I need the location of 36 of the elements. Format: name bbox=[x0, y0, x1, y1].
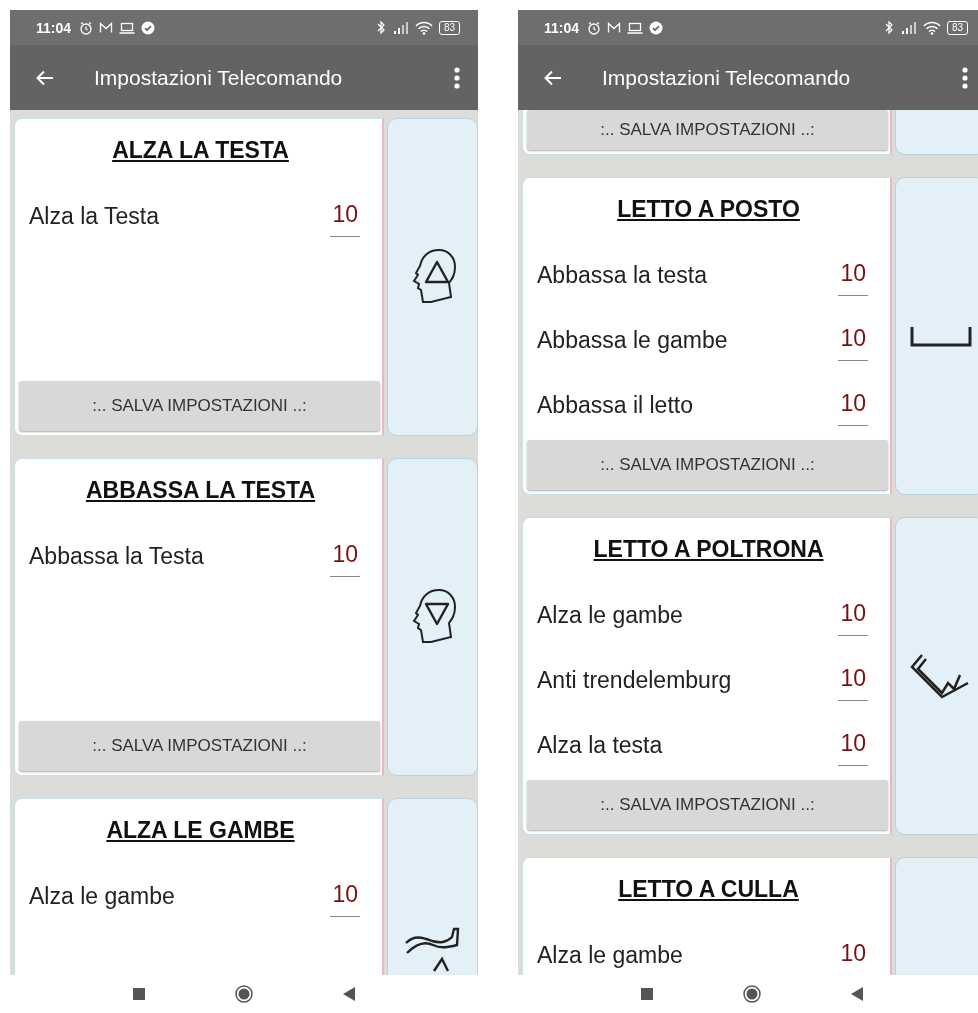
setting-label: Alza la testa bbox=[537, 732, 664, 759]
value-field[interactable]: 10 bbox=[330, 196, 360, 237]
battery-level: 83 bbox=[946, 20, 968, 35]
save-settings-button[interactable]: :.. SALVA IMPOSTAZIONI ..: bbox=[19, 721, 380, 771]
card-title: LETTO A POSTO bbox=[616, 196, 801, 223]
status-time: 11:04 bbox=[544, 19, 580, 36]
setting-label: Alza le gambe bbox=[29, 883, 176, 910]
save-settings-button[interactable]: :.. SALVA IMPOSTAZIONI ..: bbox=[527, 780, 888, 830]
screen-title: Impostazioni Telecomando bbox=[602, 65, 852, 90]
card-title: ABBASSA LA TESTA bbox=[84, 477, 317, 504]
save-settings-button[interactable]: :.. SALVA IMPOSTAZIONI ..: bbox=[527, 110, 888, 150]
value-field[interactable]: 10 bbox=[838, 255, 868, 296]
card-title: ALZA LA TESTA bbox=[111, 137, 290, 164]
value-field[interactable]: 10 bbox=[838, 660, 868, 701]
setting-label: Abbassa le gambe bbox=[537, 327, 729, 354]
save-settings-button[interactable]: :.. SALVA IMPOSTAZIONI ..: bbox=[527, 440, 888, 490]
setting-label: Alza le gambe bbox=[537, 942, 684, 969]
setting-label: Alza le gambe bbox=[537, 602, 684, 629]
screen-title: Impostazioni Telecomando bbox=[94, 65, 344, 90]
status-time: 11:04 bbox=[36, 19, 72, 36]
setting-label: Anti trendelemburg bbox=[537, 667, 733, 694]
save-settings-button[interactable]: :.. SALVA IMPOSTAZIONI ..: bbox=[19, 381, 380, 431]
setting-label: Abbassa la Testa bbox=[29, 543, 205, 570]
value-field[interactable]: 10 bbox=[838, 725, 868, 766]
battery-level: 83 bbox=[438, 20, 460, 35]
card-title: ALZA LE GAMBE bbox=[105, 817, 296, 844]
value-field[interactable]: 10 bbox=[838, 595, 868, 636]
card-title: LETTO A CULLA bbox=[617, 876, 800, 903]
setting-label: Alza la Testa bbox=[29, 203, 160, 230]
value-field[interactable]: 10 bbox=[838, 385, 868, 426]
value-field[interactable]: 10 bbox=[838, 320, 868, 361]
value-field[interactable]: 10 bbox=[330, 876, 360, 917]
setting-label: Abbassa la testa bbox=[537, 262, 709, 289]
card-title: LETTO A POLTRONA bbox=[592, 536, 825, 563]
setting-label: Abbassa il letto bbox=[537, 392, 694, 419]
value-field[interactable]: 10 bbox=[330, 536, 360, 577]
